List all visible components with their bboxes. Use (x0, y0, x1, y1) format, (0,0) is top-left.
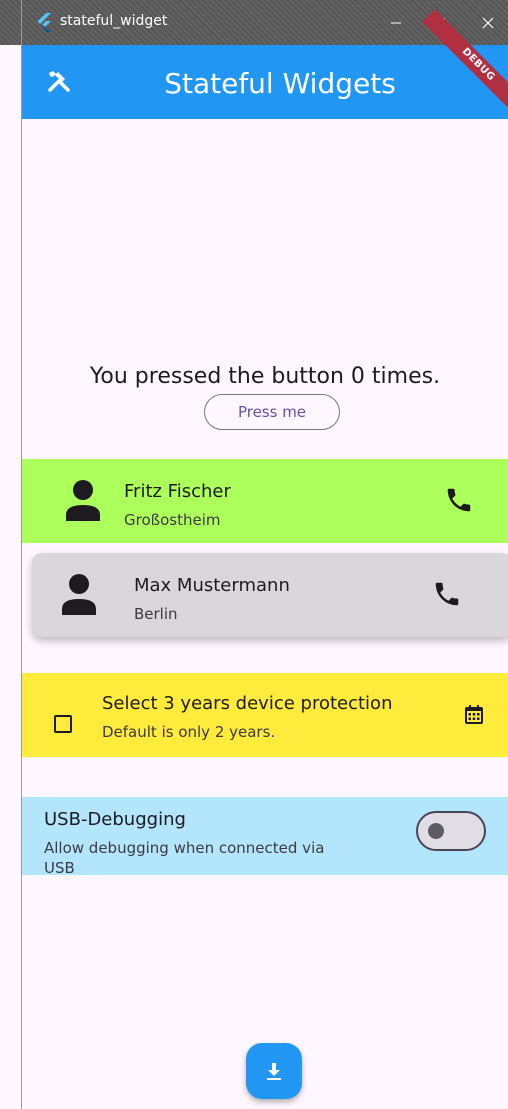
flutter-logo-icon (37, 13, 51, 32)
press-me-button[interactable]: Press me (204, 394, 340, 430)
contact-city: Großostheim (124, 511, 221, 529)
usb-debugging-tile[interactable]: USB-Debugging Allow debugging when conne… (22, 797, 508, 877)
usb-subtitle-line2: USB (44, 859, 75, 877)
counter-text: You pressed the button 0 times. (89, 364, 441, 389)
calendar-icon (465, 705, 483, 724)
main-content: You pressed the button 0 times. Press me… (22, 119, 508, 1109)
person-icon (62, 574, 96, 615)
contact-tile-fritz[interactable]: Fritz Fischer Großostheim (22, 459, 508, 543)
protection-title: Select 3 years device protection (102, 693, 393, 714)
contact-name: Fritz Fischer (124, 481, 231, 502)
protection-subtitle: Default is only 2 years. (102, 723, 276, 741)
contact-tile-max[interactable]: Max Mustermann Berlin (32, 553, 508, 637)
usb-subtitle-line1: Allow debugging when connected via (44, 839, 325, 857)
download-icon (267, 1063, 281, 1080)
person-icon (66, 480, 100, 521)
contact-name: Max Mustermann (134, 575, 290, 596)
download-fab[interactable] (246, 1043, 302, 1099)
protection-checkbox[interactable] (54, 715, 72, 733)
app-bar: Stateful Widgets DEBUG (22, 9, 508, 121)
app-window: stateful_widget Stateful Widgets DEBUG Y… (0, 0, 508, 1109)
close-button[interactable] (474, 9, 502, 37)
phone-icon[interactable] (432, 579, 462, 609)
window-title: stateful_widget (60, 13, 168, 29)
usb-debugging-switch[interactable] (416, 811, 486, 851)
switch-thumb (428, 823, 444, 839)
phone-icon[interactable] (444, 485, 474, 515)
close-icon (482, 17, 494, 29)
contact-city: Berlin (134, 605, 178, 623)
usb-title: USB-Debugging (44, 809, 186, 830)
page-title: Stateful Widgets (164, 67, 396, 100)
protection-checkbox-tile[interactable]: Select 3 years device protection Default… (22, 673, 508, 757)
minimize-button[interactable] (382, 9, 410, 37)
minimize-icon (391, 22, 401, 24)
